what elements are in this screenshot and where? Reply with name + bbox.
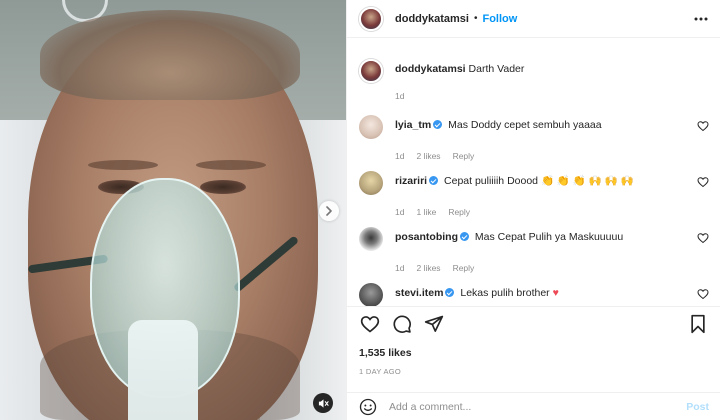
comment-username[interactable]: rizariri: [395, 175, 427, 187]
comment-avatar[interactable]: [359, 171, 383, 195]
post-photo[interactable]: [0, 0, 346, 420]
photo-mask-connector: [128, 320, 198, 420]
instagram-post-modal: doddykatamsi • Follow doddykatamsi Darth…: [0, 0, 720, 420]
likes-count[interactable]: 1,535 likes: [359, 347, 412, 359]
mute-toggle-button[interactable]: [313, 393, 333, 413]
like-comment-heart-icon[interactable]: [697, 120, 709, 132]
speaker-muted-icon: [318, 398, 329, 408]
comment-username[interactable]: stevi.item: [395, 287, 443, 299]
reply-button[interactable]: Reply: [453, 263, 475, 273]
comment-input[interactable]: [389, 400, 687, 413]
comment-avatar[interactable]: [359, 283, 383, 306]
verified-badge-icon: [460, 232, 469, 241]
comment-likes-count[interactable]: 2 likes: [416, 263, 440, 273]
caption-timestamp: 1d: [395, 91, 405, 101]
comment-item: lyia_tm Mas Doddy cepet sembuh yaaaa 1d …: [359, 114, 709, 161]
reply-button[interactable]: Reply: [448, 207, 470, 217]
heart-icon: [360, 315, 380, 333]
header-separator: •: [473, 13, 478, 24]
comment-timestamp: 1d: [395, 207, 405, 217]
caption-avatar[interactable]: [359, 59, 383, 83]
comment-item: posantobing Mas Cepat Pulih ya Maskuuuuu…: [359, 226, 709, 273]
next-photo-button[interactable]: [319, 201, 339, 221]
post-comment-button[interactable]: Post: [686, 401, 709, 413]
bookmark-icon: [691, 314, 705, 333]
post-caption: doddykatamsi Darth Vader 1d: [359, 58, 709, 101]
save-button[interactable]: [687, 313, 709, 335]
like-comment-heart-icon[interactable]: [697, 176, 709, 188]
paper-plane-icon: [424, 315, 444, 332]
comment-likes-count[interactable]: 1 like: [416, 207, 436, 217]
more-horizontal-icon: [694, 17, 708, 20]
post-header: doddykatamsi • Follow: [347, 0, 720, 38]
like-button[interactable]: [359, 313, 381, 335]
red-heart-emoji: ♥: [552, 287, 559, 299]
comment-item: rizariri Cepat puliiiih Doood 👏 👏 👏 🙌 🙌 …: [359, 170, 709, 217]
comment-button[interactable]: [391, 313, 413, 335]
photo-right-eye: [200, 180, 246, 194]
follow-button[interactable]: Follow: [482, 13, 517, 25]
photo-hair: [40, 10, 300, 100]
comment-bubble-icon: [393, 314, 411, 333]
comment-likes-count[interactable]: 2 likes: [416, 151, 440, 161]
verified-badge-icon: [429, 176, 439, 185]
share-button[interactable]: [423, 313, 445, 335]
comment-timestamp: 1d: [395, 263, 405, 273]
caption-username[interactable]: doddykatamsi: [395, 63, 466, 75]
comment-username[interactable]: posantobing: [395, 231, 458, 243]
smiley-icon[interactable]: [359, 398, 377, 416]
photo-right-brow: [196, 160, 266, 170]
author-username[interactable]: doddykatamsi: [395, 13, 469, 25]
post-time: 1 DAY AGO: [359, 367, 402, 376]
comment-text: Mas Cepat Pulih ya Maskuuuuu: [474, 231, 624, 243]
photo-left-brow: [88, 160, 158, 170]
comment-composer: Post: [347, 392, 720, 420]
verified-badge-icon: [433, 120, 443, 129]
post-actions-bar: [347, 306, 720, 340]
like-comment-heart-icon[interactable]: [697, 288, 709, 300]
comment-item: stevi.item Lekas pulih brother ♥: [359, 282, 709, 306]
verified-badge-icon: [445, 288, 455, 297]
comment-username[interactable]: lyia_tm: [395, 119, 431, 131]
reply-button[interactable]: Reply: [453, 151, 475, 161]
comment-timestamp: 1d: [395, 151, 405, 161]
comments-list[interactable]: doddykatamsi Darth Vader 1d lyia_tm Mas …: [347, 38, 720, 306]
comment-avatar[interactable]: [359, 227, 383, 251]
clapping-emoji: 👏 👏 👏 🙌 🙌 🙌: [540, 175, 634, 187]
comment-text: Mas Doddy cepet sembuh yaaaa: [448, 119, 602, 131]
like-comment-heart-icon[interactable]: [697, 232, 709, 244]
more-options-button[interactable]: [694, 12, 708, 26]
chevron-right-icon: [326, 206, 332, 216]
comment-avatar[interactable]: [359, 115, 383, 139]
comment-text: Cepat puliiiih Doood: [444, 175, 539, 187]
comment-text: Lekas pulih brother: [460, 287, 550, 299]
post-sidebar: doddykatamsi • Follow doddykatamsi Darth…: [346, 0, 720, 420]
caption-text: Darth Vader: [468, 63, 525, 75]
author-avatar[interactable]: [359, 6, 383, 31]
